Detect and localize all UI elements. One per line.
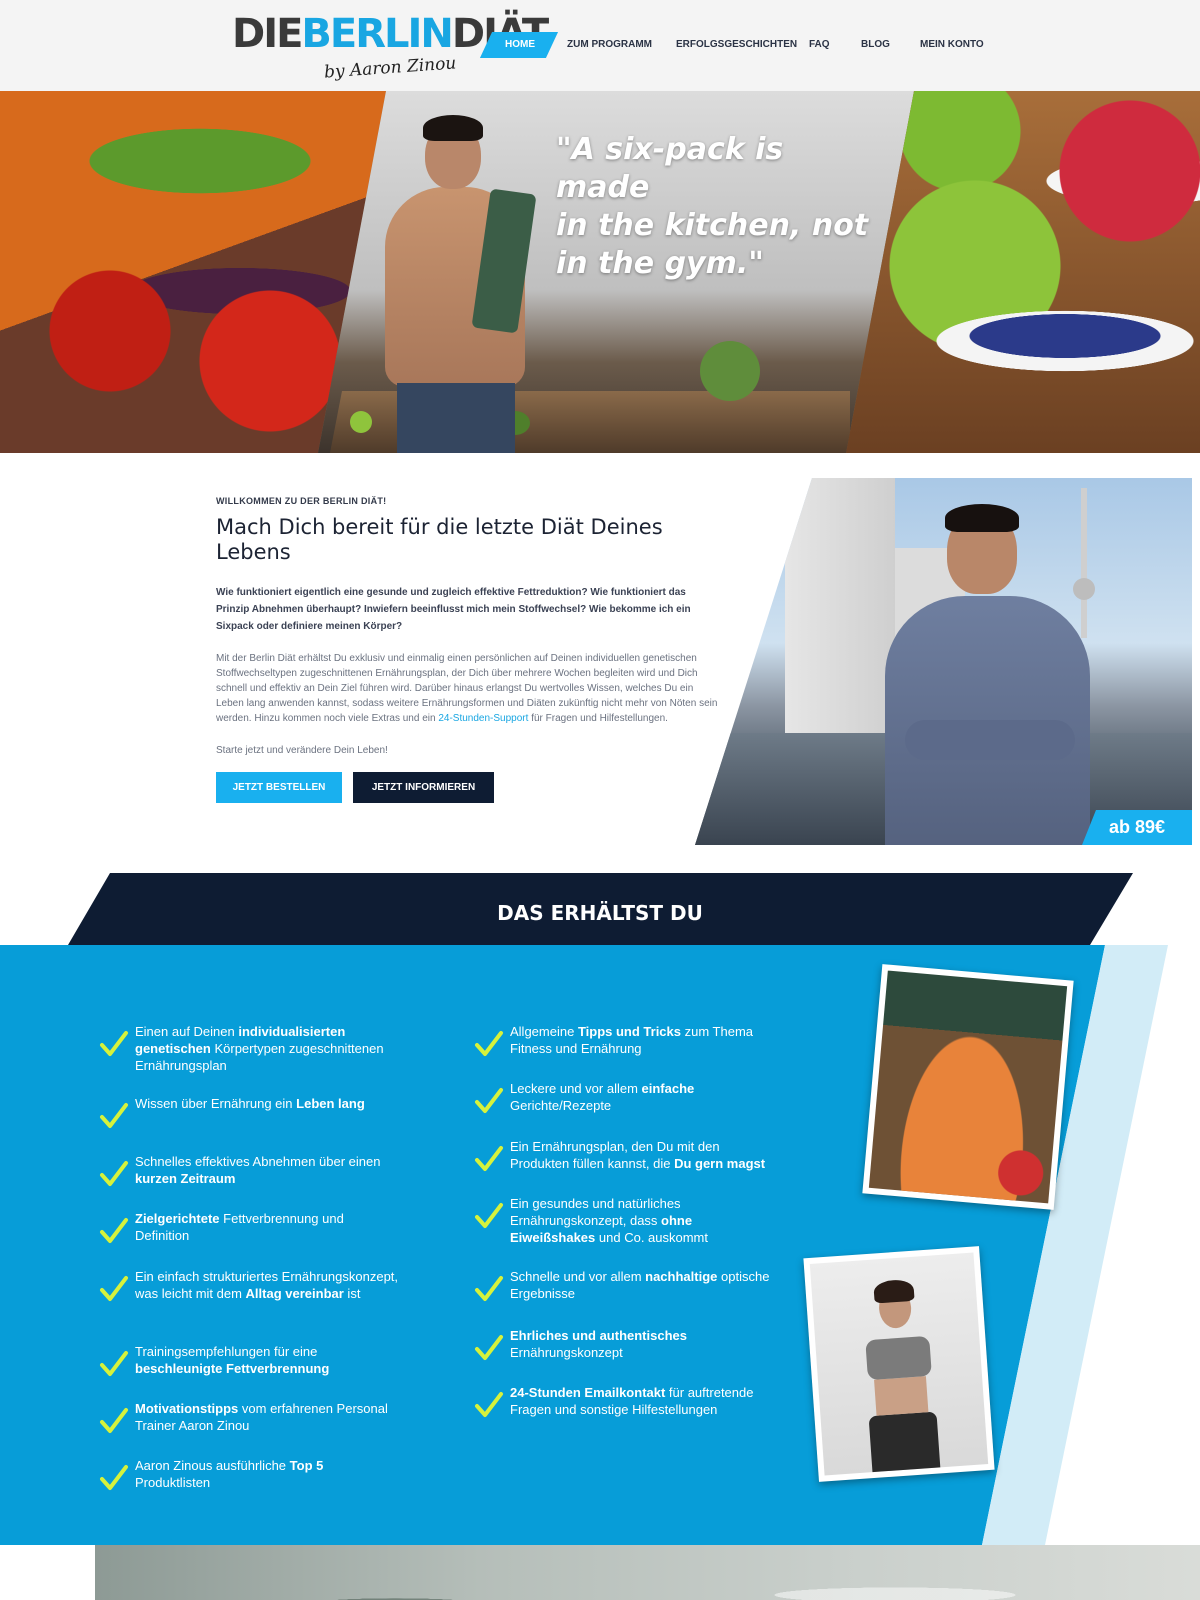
apple-shape	[350, 411, 372, 433]
cooking-photo	[862, 964, 1074, 1210]
fitness-woman-photo	[803, 1246, 995, 1482]
feature-item: Wissen über Ernährung ein Leben lang	[99, 1095, 399, 1128]
feature-item: Allgemeine Tipps und Tricks zum Thema Fi…	[474, 1023, 774, 1057]
nav-erfolgsgeschichten[interactable]: ERFOLGSGESCHICHTEN	[676, 32, 797, 58]
features-title: DAS ERHÄLTST DU	[497, 901, 703, 925]
nav-home[interactable]: HOME	[505, 32, 535, 58]
feature-item: Ein gesundes und natürliches Ernährungsk…	[474, 1195, 774, 1246]
feature-text: Motivationstipps vom erfahrenen Personal…	[135, 1401, 388, 1433]
nav-faq[interactable]: FAQ	[809, 32, 830, 58]
welcome-kicker: WILLKOMMEN ZU DER BERLIN DIÄT!	[216, 496, 387, 506]
trainer-figure	[885, 504, 1095, 845]
checkmark-icon	[100, 1103, 128, 1128]
feature-text: Ein Ernährungsplan, den Du mit den Produ…	[510, 1139, 766, 1171]
feature-text: Ein einfach strukturiertes Ernährungskon…	[135, 1269, 399, 1301]
feature-text: Ein gesundes und natürliches Ernährungsk…	[510, 1196, 708, 1245]
checkmark-icon	[475, 1203, 503, 1228]
feature-text: Leckere und vor allem einfache Gerichte/…	[510, 1081, 695, 1113]
checkmark-icon	[475, 1392, 503, 1417]
welcome-body: Mit der Berlin Diät erhältst Du exklusiv…	[216, 653, 718, 724]
logo-signature: by Aaron Zinou	[323, 53, 457, 83]
site-header: DIEBERLINDIÄT by Aaron Zinou HOME ZUM PR…	[0, 0, 1200, 91]
info-button[interactable]: JETZT INFORMIEREN	[353, 772, 494, 803]
hero-banner: "A six-pack is made in the kitchen, not …	[0, 91, 1200, 453]
checkmark-icon	[475, 1335, 503, 1360]
feature-text: Schnelle und vor allem nachhaltige optis…	[510, 1269, 770, 1301]
welcome-title: Mach Dich bereit für die letzte Diät Dei…	[216, 515, 663, 564]
plant-shape	[700, 341, 760, 401]
feature-text: Einen auf Deinen individualisierten gene…	[135, 1024, 384, 1073]
feature-text: Trainingsempfehlungen für eine beschleun…	[135, 1344, 330, 1376]
checkmark-icon	[100, 1465, 128, 1490]
feature-text: Schnelles effektives Abnehmen über einen…	[135, 1154, 381, 1186]
welcome-section: WILLKOMMEN ZU DER BERLIN DIÄT! Mach Dich…	[0, 453, 1200, 859]
hero-quote: "A six-pack is made in the kitchen, not …	[556, 131, 886, 283]
hero-quote-line2: in the kitchen, not	[556, 208, 869, 243]
checkmark-icon	[100, 1161, 128, 1186]
price-badge: ab 89€	[1082, 810, 1192, 845]
nav-blog[interactable]: BLOG	[861, 32, 890, 58]
feature-item: Motivationstipps vom erfahrenen Personal…	[99, 1400, 399, 1434]
hero-quote-line3: in the gym."	[556, 246, 764, 281]
feature-item: Zielgerichtete Fettverbrennung und Defin…	[99, 1210, 399, 1244]
nav-mein-konto[interactable]: MEIN KONTO	[920, 32, 984, 58]
trainer-photo	[695, 478, 1192, 845]
checkmark-icon	[100, 1218, 128, 1243]
order-button[interactable]: JETZT BESTELLEN	[216, 772, 342, 803]
checkmark-icon	[475, 1276, 503, 1301]
feature-item: Schnelle und vor allem nachhaltige optis…	[474, 1268, 774, 1302]
features-header: DAS ERHÄLTST DU	[0, 873, 1200, 945]
checkmark-icon	[100, 1031, 128, 1056]
feature-item: Leckere und vor allem einfache Gerichte/…	[474, 1080, 774, 1114]
feature-text: Wissen über Ernährung ein Leben lang	[135, 1096, 365, 1111]
feature-item: Trainingsempfehlungen für eine beschleun…	[99, 1343, 399, 1377]
hero-man-figure	[385, 115, 537, 453]
welcome-lead: Wie funktioniert eigentlich eine gesunde…	[216, 587, 691, 632]
hero-quote-line1: "A six-pack is made	[556, 132, 784, 205]
checkmark-icon	[475, 1146, 503, 1171]
logo[interactable]: DIEBERLINDIÄT by Aaron Zinou	[232, 12, 549, 88]
feature-text: Aaron Zinous ausführliche Top 5 Produktl…	[135, 1458, 324, 1490]
feature-text: Allgemeine Tipps und Tricks zum Thema Fi…	[510, 1024, 754, 1056]
features-section: Einen auf Deinen individualisierten gene…	[0, 945, 1200, 1545]
feature-item: Ein Ernährungsplan, den Du mit den Produ…	[474, 1138, 774, 1172]
next-section-preview	[0, 1545, 1200, 1600]
feature-text: Zielgerichtete Fettverbrennung und Defin…	[135, 1211, 344, 1243]
checkmark-icon	[100, 1351, 128, 1376]
checkmark-icon	[475, 1031, 503, 1056]
feature-item: Einen auf Deinen individualisierten gene…	[99, 1023, 399, 1074]
feature-item: Schnelles effektives Abnehmen über einen…	[99, 1153, 399, 1187]
feature-item: Aaron Zinous ausführliche Top 5 Produktl…	[99, 1457, 399, 1491]
checkmark-icon	[100, 1408, 128, 1433]
feature-item: 24-Stunden Emailkontakt für auftretende …	[474, 1384, 774, 1418]
support-link[interactable]: 24-Stunden-Support	[438, 713, 528, 724]
nav-zum-programm[interactable]: ZUM PROGRAMM	[567, 32, 652, 58]
checkmark-icon	[475, 1088, 503, 1113]
feature-text: 24-Stunden Emailkontakt für auftretende …	[510, 1385, 754, 1417]
feature-item: Ein einfach strukturiertes Ernährungskon…	[99, 1268, 399, 1302]
checkmark-icon	[100, 1276, 128, 1301]
feature-text: Ehrliches und authentisches Ernährungsko…	[510, 1328, 687, 1360]
feature-item: Ehrliches und authentisches Ernährungsko…	[474, 1327, 774, 1361]
welcome-start-text: Starte jetzt und verändere Dein Leben!	[216, 745, 388, 756]
